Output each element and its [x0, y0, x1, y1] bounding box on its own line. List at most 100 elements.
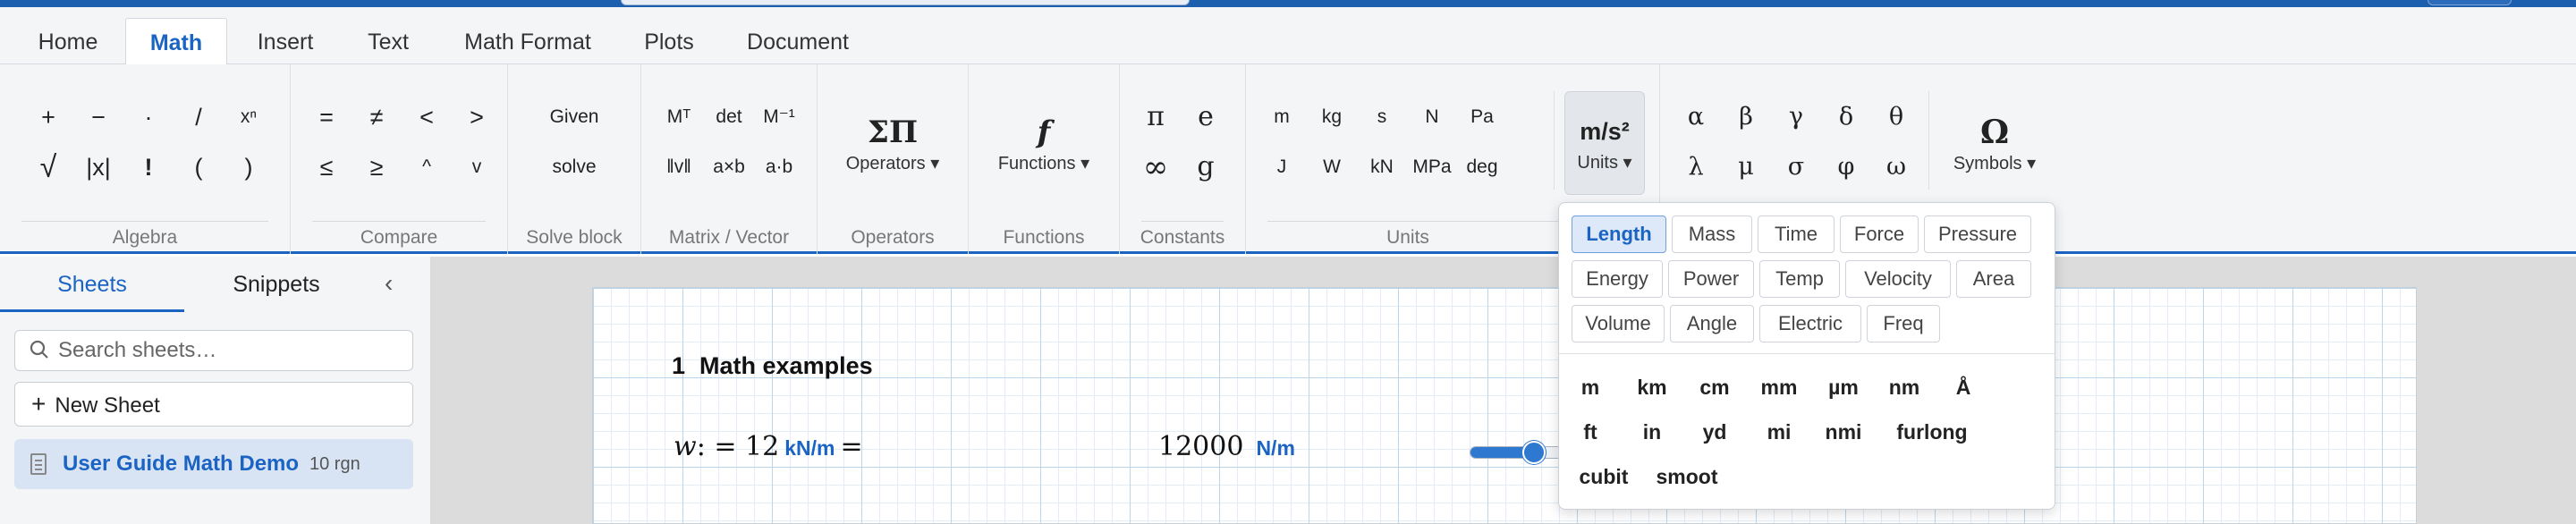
unit-j-button[interactable]: J: [1258, 148, 1305, 187]
sidebar-tab-sheets[interactable]: Sheets: [0, 257, 184, 312]
unit-kn-button[interactable]: kN: [1359, 148, 1405, 187]
tab-plots[interactable]: Plots: [623, 20, 716, 65]
category-electric[interactable]: Electric: [1759, 305, 1861, 342]
unit-w-button[interactable]: W: [1309, 148, 1355, 187]
sigma-button[interactable]: σ: [1773, 148, 1819, 187]
inverse-button[interactable]: M⁻¹: [756, 97, 802, 137]
not-equal-button[interactable]: ≠: [353, 97, 400, 137]
unit-item[interactable]: m: [1568, 369, 1613, 405]
tab-math-format[interactable]: Math Format: [445, 20, 610, 65]
equals-button[interactable]: =: [303, 97, 350, 137]
divide-button[interactable]: /: [175, 97, 222, 137]
mu-button[interactable]: μ: [1723, 148, 1769, 187]
open-paren-button[interactable]: (: [175, 148, 222, 187]
category-power[interactable]: Power: [1668, 260, 1754, 298]
unit-pa-button[interactable]: Pa: [1459, 97, 1505, 137]
less-equal-button[interactable]: ≤: [303, 148, 350, 187]
tab-document[interactable]: Document: [728, 20, 868, 65]
category-angle[interactable]: Angle: [1670, 305, 1754, 342]
tab-math[interactable]: Math: [125, 18, 227, 66]
math-result[interactable]: 12000 N/m: [1158, 431, 1295, 462]
greater-than-button[interactable]: >: [453, 97, 500, 137]
greater-equal-button[interactable]: ≥: [353, 148, 400, 187]
category-pressure[interactable]: Pressure: [1924, 216, 2031, 253]
unit-item[interactable]: furlong: [1883, 414, 1981, 450]
math-region[interactable]: w: = 12 kN/m =: [674, 431, 863, 462]
alpha-button[interactable]: α: [1673, 97, 1719, 137]
phi-button[interactable]: φ: [1823, 148, 1869, 187]
solve-button[interactable]: solve: [526, 148, 623, 187]
tab-text[interactable]: Text: [345, 20, 431, 65]
category-volume[interactable]: Volume: [1572, 305, 1665, 342]
section-heading[interactable]: 1 Math examples: [672, 352, 873, 380]
unit-kg-button[interactable]: kg: [1309, 97, 1355, 137]
unit-mpa-button[interactable]: MPa: [1409, 148, 1455, 187]
euler-button[interactable]: e: [1182, 97, 1229, 137]
given-button[interactable]: Given: [526, 97, 623, 137]
category-length[interactable]: Length: [1572, 216, 1666, 253]
sheet-search-field[interactable]: [14, 330, 413, 371]
global-search-bar[interactable]: [621, 0, 1190, 5]
unit-item[interactable]: smoot: [1648, 459, 1725, 494]
category-temp[interactable]: Temp: [1759, 260, 1840, 298]
collapse-sidebar-icon[interactable]: ‹: [385, 269, 393, 298]
sheet-search-input[interactable]: [58, 336, 398, 365]
close-paren-button[interactable]: ): [225, 148, 272, 187]
sidebar-tab-snippets[interactable]: Snippets: [184, 257, 369, 312]
unit-item[interactable]: ft: [1568, 414, 1613, 450]
category-energy[interactable]: Energy: [1572, 260, 1663, 298]
gravity-button[interactable]: g: [1182, 148, 1229, 187]
minus-button[interactable]: −: [75, 97, 122, 137]
units-dropdown[interactable]: m/s² Units ▾: [1564, 91, 1645, 195]
theta-button[interactable]: θ: [1873, 97, 1919, 137]
and-button[interactable]: ^: [403, 148, 450, 187]
tab-insert[interactable]: Insert: [234, 20, 336, 65]
tab-home[interactable]: Home: [14, 20, 122, 65]
sheet-list-item[interactable]: User Guide Math Demo 10 rgn: [14, 439, 413, 489]
category-freq[interactable]: Freq: [1867, 305, 1940, 342]
multiply-button[interactable]: ·: [125, 97, 172, 137]
category-area[interactable]: Area: [1956, 260, 2031, 298]
abs-button[interactable]: |x|: [75, 148, 122, 187]
cross-product-button[interactable]: a×b: [706, 148, 752, 187]
dot-product-button[interactable]: a·b: [756, 148, 802, 187]
operators-dropdown[interactable]: ΣΠ Operators ▾: [835, 113, 950, 174]
unit-m-button[interactable]: m: [1258, 97, 1305, 137]
unit-deg-button[interactable]: deg: [1459, 148, 1505, 187]
unit-item[interactable]: µm: [1817, 369, 1870, 405]
lambda-button[interactable]: λ: [1673, 148, 1719, 187]
unit-item[interactable]: nm: [1877, 369, 1931, 405]
slider-handle[interactable]: [1522, 441, 1546, 464]
worksheet-page[interactable]: 1 Math examples w: = 12 kN/m = 12000 N/m: [592, 287, 2417, 524]
factorial-button[interactable]: !: [125, 148, 172, 187]
power-button[interactable]: xⁿ: [225, 97, 272, 137]
unit-item[interactable]: Å: [1938, 369, 1988, 405]
unit-item[interactable]: mm: [1750, 369, 1808, 405]
new-sheet-button[interactable]: + New Sheet: [14, 382, 413, 427]
delta-button[interactable]: δ: [1823, 97, 1869, 137]
category-mass[interactable]: Mass: [1672, 216, 1752, 253]
unit-item[interactable]: in: [1625, 414, 1679, 450]
norm-button[interactable]: ‖v‖: [656, 148, 702, 187]
omega-button[interactable]: ω: [1873, 148, 1919, 187]
category-force[interactable]: Force: [1840, 216, 1919, 253]
category-velocity[interactable]: Velocity: [1845, 260, 1951, 298]
or-button[interactable]: v: [453, 148, 500, 187]
category-time[interactable]: Time: [1758, 216, 1835, 253]
sqrt-button[interactable]: √: [25, 148, 72, 187]
unit-item[interactable]: km: [1625, 369, 1679, 405]
account-button[interactable]: [2428, 0, 2512, 5]
unit-s-button[interactable]: s: [1359, 97, 1405, 137]
symbols-dropdown[interactable]: Ω Symbols ▾: [1941, 113, 2048, 174]
beta-button[interactable]: β: [1723, 97, 1769, 137]
plus-button[interactable]: +: [25, 97, 72, 137]
unit-item[interactable]: nmi: [1813, 414, 1874, 450]
unit-item[interactable]: mi: [1750, 414, 1808, 450]
unit-n-button[interactable]: N: [1409, 97, 1455, 137]
unit-item[interactable]: yd: [1688, 414, 1741, 450]
gamma-button[interactable]: γ: [1773, 97, 1819, 137]
less-than-button[interactable]: <: [403, 97, 450, 137]
functions-dropdown[interactable]: f Functions ▾: [987, 113, 1101, 174]
infinity-button[interactable]: ∞: [1132, 148, 1179, 187]
transpose-button[interactable]: Mᵀ: [656, 97, 702, 137]
